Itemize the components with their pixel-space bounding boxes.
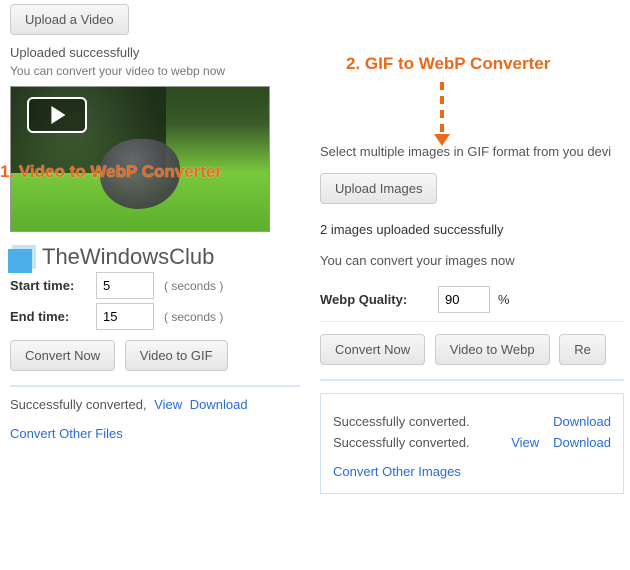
- conversion-result: Successfully converted, View Download: [10, 397, 300, 412]
- result-row: Successfully converted. View Download: [333, 435, 611, 450]
- convert-other-files-link[interactable]: Convert Other Files: [10, 426, 123, 441]
- end-time-label: End time:: [10, 309, 88, 324]
- view-link[interactable]: View: [154, 397, 182, 412]
- upload-status: Uploaded successfully: [10, 45, 300, 60]
- convert-hint: You can convert your video to webp now: [10, 64, 300, 78]
- video-thumbnail[interactable]: [10, 86, 270, 232]
- play-icon[interactable]: [27, 97, 87, 133]
- reset-button[interactable]: Re: [559, 334, 606, 365]
- convert-now-button[interactable]: Convert Now: [320, 334, 425, 365]
- result-status: Successfully converted.: [333, 435, 470, 450]
- separator: [10, 385, 300, 387]
- quality-label: Webp Quality:: [320, 292, 430, 307]
- end-time-row: End time: ( seconds ): [10, 303, 300, 330]
- start-time-label: Start time:: [10, 278, 88, 293]
- result-row: Successfully converted. Download: [333, 414, 611, 429]
- images-convert-hint: You can convert your images now: [320, 253, 624, 268]
- start-time-row: Start time: ( seconds ): [10, 272, 300, 299]
- video-to-webp-button[interactable]: Video to Webp: [435, 334, 550, 365]
- end-time-input[interactable]: [96, 303, 154, 330]
- convert-other-images-link[interactable]: Convert Other Images: [333, 464, 461, 479]
- view-link[interactable]: View: [511, 435, 539, 450]
- upload-images-button[interactable]: Upload Images: [320, 173, 437, 204]
- gif-to-webp-panel: Select multiple images in GIF format fro…: [320, 0, 630, 494]
- result-status: Successfully converted.: [333, 414, 470, 429]
- video-to-webp-panel: Upload a Video Uploaded successfully You…: [10, 0, 300, 441]
- video-subject: [100, 139, 180, 209]
- results-box: Successfully converted. Download Success…: [320, 393, 624, 494]
- seconds-unit: ( seconds ): [164, 279, 223, 293]
- download-link[interactable]: Download: [553, 435, 611, 450]
- start-time-input[interactable]: [96, 272, 154, 299]
- download-link[interactable]: Download: [553, 414, 611, 429]
- separator: [320, 379, 624, 381]
- percent-sign: %: [498, 292, 510, 307]
- separator: [320, 321, 624, 322]
- images-upload-status: 2 images uploaded successfully: [320, 222, 624, 237]
- upload-video-button[interactable]: Upload a Video: [10, 4, 129, 35]
- select-images-text: Select multiple images in GIF format fro…: [320, 144, 624, 159]
- convert-now-button[interactable]: Convert Now: [10, 340, 115, 371]
- quality-input[interactable]: [438, 286, 490, 313]
- success-text: Successfully converted,: [10, 397, 147, 412]
- quality-row: Webp Quality: %: [320, 286, 624, 313]
- video-to-gif-button[interactable]: Video to GIF: [125, 340, 228, 371]
- seconds-unit: ( seconds ): [164, 310, 223, 324]
- download-link[interactable]: Download: [190, 397, 248, 412]
